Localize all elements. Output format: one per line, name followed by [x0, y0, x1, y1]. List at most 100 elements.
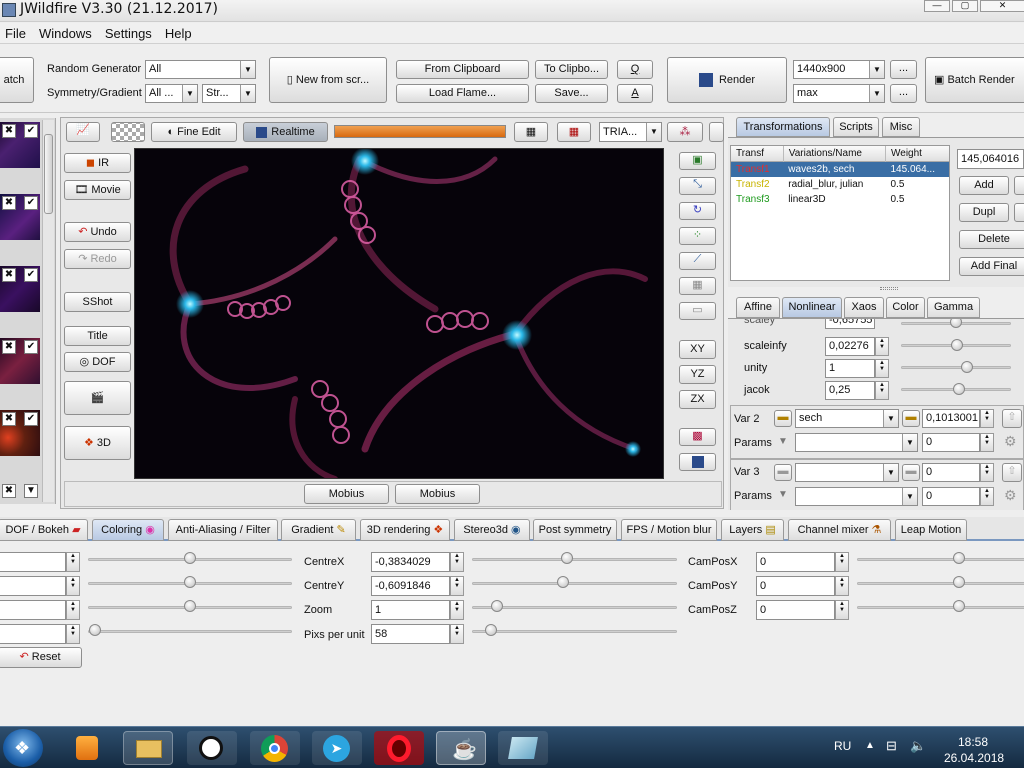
slider-knob[interactable] — [491, 600, 503, 612]
tab-xaos[interactable]: Xaos — [844, 297, 884, 318]
symmetry-select[interactable]: All ... ▼ — [145, 84, 198, 103]
slider-knob[interactable] — [557, 576, 569, 588]
tab-coloring[interactable]: Coloring ◉ — [92, 519, 164, 541]
params3-spinner[interactable]: ▲ ▼ — [980, 487, 994, 506]
tab-channel-mixer[interactable]: Channel mixer ⚗ — [788, 519, 891, 541]
centrex-slider[interactable] — [472, 558, 677, 561]
move-up-icon[interactable]: ⇧ — [1002, 409, 1022, 428]
quality-select[interactable]: max ▼ — [793, 84, 885, 103]
batch-button[interactable]: atch — [0, 57, 34, 103]
table-row[interactable]: Transf1 waves2b, sech 145.064... — [731, 161, 949, 177]
dof-button[interactable]: ◎ DOF — [64, 352, 131, 372]
menu-file[interactable]: File — [0, 23, 31, 44]
var2-amount-spinner[interactable]: ▲ ▼ — [980, 409, 994, 428]
menu-help[interactable]: Help — [160, 23, 197, 44]
tab-nonlinear[interactable]: Nonlinear — [782, 297, 842, 318]
scaleinfy-spinner[interactable]: ▲ ▼ — [875, 337, 889, 356]
line-edit-icon[interactable]: ⟋ — [679, 252, 716, 270]
left-param-spinner[interactable]: ▲ ▼ — [66, 552, 80, 572]
undo-button[interactable]: ↶ Undo — [64, 222, 131, 242]
tab-transformations[interactable]: Transformations — [736, 117, 830, 137]
xy-view-button[interactable]: XY — [679, 340, 716, 359]
movie-button[interactable]: 🎞 Movie — [64, 180, 131, 200]
add-transform-button[interactable]: Add — [959, 176, 1009, 195]
random-generator-select[interactable]: All ▼ — [145, 60, 256, 79]
table-row[interactable]: Transf3 linear3D 0.5 — [731, 192, 949, 207]
gear-icon[interactable]: ⚙ — [1004, 433, 1017, 450]
tab-scripts[interactable]: Scripts — [833, 117, 879, 137]
left-param-field[interactable] — [0, 576, 66, 596]
toggle-icon[interactable]: ▬ — [774, 464, 792, 481]
from-clipboard-button[interactable]: From Clipboard — [396, 60, 529, 79]
var3-amount-field[interactable]: 0 — [922, 463, 980, 482]
tab-misc[interactable]: Misc — [882, 117, 920, 137]
slider-knob[interactable] — [89, 624, 101, 636]
collapse-icon[interactable]: ▼ — [778, 489, 788, 500]
triangle-mode-select[interactable]: TRIA... ▼ — [599, 122, 662, 142]
more-toolbar-button[interactable] — [709, 122, 724, 142]
media-player-icon[interactable] — [62, 731, 112, 765]
weight-field[interactable]: 145,064016 — [957, 149, 1024, 169]
resize-icon[interactable]: ⤡ — [679, 177, 716, 195]
to-clipboard-button[interactable]: To Clipbo... — [535, 60, 608, 79]
image-icon[interactable]: ▣ — [679, 152, 716, 170]
param-value-field[interactable]: -0,65755 — [825, 319, 875, 329]
mobius-button-2[interactable]: Mobius — [395, 484, 480, 504]
tab-anti-aliasing[interactable]: Anti-Aliasing / Filter — [168, 519, 278, 541]
centrey-field[interactable]: -0,6091846 — [371, 576, 450, 596]
close-button[interactable]: ✕ — [980, 0, 1024, 12]
slider-knob[interactable] — [961, 361, 973, 373]
chrome-icon[interactable] — [250, 731, 300, 765]
duplicate-button[interactable]: Dupl — [959, 203, 1009, 222]
frame-icon[interactable]: ▦ — [557, 122, 591, 142]
params2-value-field[interactable]: 0 — [922, 433, 980, 452]
tab-gradient[interactable]: Gradient ✎ — [281, 519, 356, 541]
resolution-select[interactable]: 1440x900 ▼ — [793, 60, 885, 79]
slider-knob[interactable] — [184, 600, 196, 612]
delete-icon[interactable]: ✖ — [2, 412, 16, 426]
a-button[interactable]: A — [617, 84, 653, 103]
pixs-per-unit-field[interactable]: 58 — [371, 624, 450, 644]
camposx-slider[interactable] — [857, 558, 1024, 561]
app-icon[interactable] — [498, 731, 548, 765]
params3-select[interactable]: ▼ — [795, 487, 918, 506]
unity-spinner[interactable]: ▲ ▼ — [875, 359, 889, 378]
camposy-spinner[interactable]: ▲ ▼ — [835, 576, 849, 596]
color-dots-icon[interactable]: ⁂ — [667, 122, 703, 142]
tab-gamma[interactable]: Gamma — [927, 297, 980, 318]
splitter-handle[interactable] — [880, 287, 898, 290]
left-param-field[interactable] — [0, 624, 66, 644]
menu-settings[interactable]: Settings — [100, 23, 157, 44]
slider-knob[interactable] — [184, 552, 196, 564]
camposz-field[interactable]: 0 — [756, 600, 835, 620]
left-param-slider[interactable] — [88, 630, 292, 633]
flame-preview-canvas[interactable] — [134, 148, 664, 479]
redo-button[interactable]: ↷ Redo — [64, 249, 131, 269]
col-transf[interactable]: Transf — [731, 146, 784, 162]
language-indicator[interactable]: RU — [834, 739, 851, 753]
slider-knob[interactable] — [950, 319, 962, 328]
java-icon[interactable]: ☕ — [436, 731, 486, 765]
maximize-button[interactable]: ▢ — [952, 0, 978, 12]
zoom-field[interactable]: 1 — [371, 600, 450, 620]
camposy-field[interactable]: 0 — [756, 576, 835, 596]
add-final-button[interactable]: Add Final — [959, 257, 1024, 276]
tray-expand-icon[interactable]: ▲ — [865, 740, 875, 751]
jacok-field[interactable]: 0,25 — [825, 381, 875, 400]
opera-icon[interactable] — [374, 731, 424, 765]
network-icon[interactable]: ⊟ — [886, 738, 897, 754]
move-up-icon[interactable]: ⇧ — [1002, 463, 1022, 482]
left-param-spinner[interactable]: ▲ ▼ — [66, 600, 80, 620]
delete-icon[interactable]: ✖ — [2, 268, 16, 282]
delete-transform-button[interactable]: Delete — [959, 230, 1024, 249]
menu-windows[interactable]: Windows — [34, 23, 97, 44]
centrex-spinner[interactable]: ▲ ▼ — [450, 552, 464, 572]
scrollbar-thumb[interactable] — [44, 134, 53, 214]
col-weight[interactable]: Weight — [886, 146, 950, 162]
rotate-icon[interactable]: ↻ — [679, 202, 716, 220]
slider-knob[interactable] — [485, 624, 497, 636]
render-button[interactable]: Render — [667, 57, 787, 103]
tab-affine[interactable]: Affine — [736, 297, 780, 318]
var3-amount-spinner[interactable]: ▲ ▼ — [980, 463, 994, 482]
centrex-field[interactable]: -0,3834029 — [371, 552, 450, 572]
